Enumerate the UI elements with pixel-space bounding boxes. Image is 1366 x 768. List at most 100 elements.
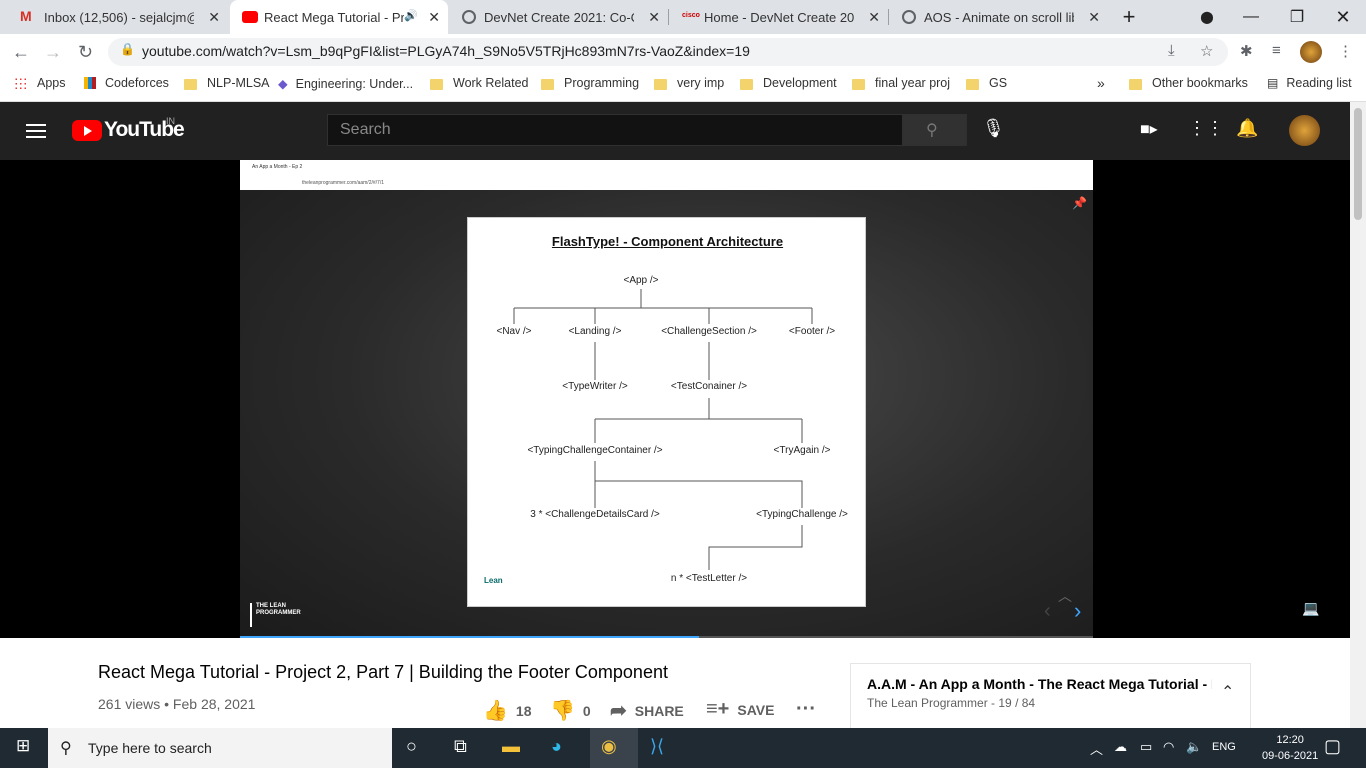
install-icon[interactable]: ⤓ [1168,42,1175,59]
bookmark-nlp-mlsa[interactable]: NLP-MLSA [184,76,270,90]
battery-icon[interactable]: ▭ [1140,739,1152,755]
playlist-panel[interactable]: A.A.M - An App a Month - The React Mega … [850,663,1251,733]
forward-icon[interactable]: → [44,42,62,63]
bookmark-label: Other bookmarks [1152,76,1248,90]
folder-icon [654,78,667,90]
save-button[interactable]: ≡+ SAVE [706,698,774,721]
back-icon[interactable]: ← [12,42,30,63]
close-icon[interactable]: ✕ [648,9,660,26]
tab-separator [668,9,669,25]
bookmark-engineering[interactable]: ◆ Engineering: Under... [278,76,413,92]
close-icon[interactable]: ✕ [868,9,880,26]
recorded-browser-bar: An App a Month - Ep 2 theleanprogrammer.… [240,160,1093,190]
notifications-bell-icon[interactable]: 🔔 [1236,118,1258,139]
close-icon[interactable]: ✕ [1088,9,1100,26]
task-view-icon[interactable]: ⧉ [454,736,467,757]
create-video-icon[interactable]: ■▸ [1140,119,1158,139]
close-icon[interactable]: ✕ [208,9,220,26]
folder-icon [1129,78,1142,90]
search-input[interactable]: Search [327,114,903,146]
vscode-icon[interactable]: ⟩⟨ [650,736,664,757]
bookmark-very-imp[interactable]: very imp [654,76,724,90]
tab-devnet-home[interactable]: cisco Home - DevNet Create 2021 ✕ [670,0,888,34]
language-indicator[interactable]: ENG [1212,741,1236,753]
notifications-icon[interactable]: ▢ [1324,736,1341,757]
avatar[interactable] [1289,115,1320,146]
cortana-icon[interactable]: ○ [406,736,417,757]
bookmark-work[interactable]: Work Related [430,76,529,90]
reload-icon[interactable]: ↻ [78,42,93,63]
node-challenge-details-card: 3 * <ChallengeDetailsCard /> [530,509,660,520]
onedrive-icon[interactable]: ☁ [1114,739,1127,755]
bookmark-label: Apps [37,76,66,90]
lock-icon[interactable]: 🔒 [120,42,135,56]
tab-search-icon[interactable]: ⬤ [1184,0,1230,34]
clock[interactable]: 12:20 09-06-2021 [1262,732,1318,764]
bookmark-label: Development [763,76,837,90]
volume-icon[interactable]: 🔈 [1186,739,1202,755]
scrollbar-thumb[interactable] [1354,108,1362,220]
url-text[interactable]: youtube.com/watch?v=Lsm_b9qPgFI&list=PLG… [142,43,750,59]
profile-avatar[interactable] [1300,41,1322,63]
video-meta: 261 views • Feb 28, 2021 [98,696,256,712]
tab-aos[interactable]: AOS - Animate on scroll libra ✕ [890,0,1108,34]
tab-title: DevNet Create 2021: Co-Crea [484,9,634,25]
video-player[interactable]: An App a Month - Ep 2 theleanprogrammer.… [0,160,1350,639]
node-challenge-section: <ChallengeSection /> [661,326,757,337]
hamburger-menu-icon[interactable] [26,124,46,138]
close-icon[interactable]: ✕ [428,9,440,26]
clock-time: 12:20 [1276,734,1304,746]
bookmark-codeforces[interactable]: Codeforces [84,76,169,90]
video-frame[interactable]: An App a Month - Ep 2 theleanprogrammer.… [240,160,1093,638]
bookmark-label: very imp [677,76,725,90]
share-button[interactable]: ➦ SHARE [610,698,684,723]
windows-start-icon[interactable]: ⊞ [16,736,30,756]
new-tab-button[interactable]: + [1106,0,1152,34]
taskbar-search[interactable]: ⚲ Type here to search [48,728,392,768]
speaker-icon[interactable]: 🔊 [404,9,418,22]
tab-youtube[interactable]: React Mega Tutorial - Pro 🔊 ✕ [230,0,448,34]
region-label: IN [166,116,175,126]
bookmark-gs[interactable]: GS [966,76,1007,90]
tab-devnet[interactable]: DevNet Create 2021: Co-Crea ✕ [450,0,668,34]
bookmark-label: final year proj [875,76,951,90]
reading-list[interactable]: ▤ Reading list [1267,76,1352,90]
file-explorer-icon[interactable]: ▬ [502,736,520,757]
bookmarks-overflow[interactable]: » [1097,75,1105,91]
bookmark-programming[interactable]: Programming [541,76,639,90]
chevron-up-icon[interactable]: ︿ [1090,739,1103,758]
share-icon: ➦ [610,700,627,722]
playlist-add-icon: ≡+ [706,698,730,720]
media-icon[interactable]: ≡ [1272,42,1281,59]
wifi-icon[interactable]: ◠ [1163,739,1174,755]
bookmark-final-year[interactable]: final year proj [852,76,950,90]
menu-icon[interactable]: ⋮ [1338,42,1353,60]
other-bookmarks[interactable]: Other bookmarks [1129,76,1248,90]
search-button[interactable]: ⚲ [903,114,967,146]
youtube-icon [242,11,258,23]
bookmark-apps[interactable]: Apps [14,76,66,90]
bookmark-development[interactable]: Development [740,76,837,90]
node-typing-challenge: <TypingChallenge /> [756,509,848,520]
active-app-indicator [590,728,638,768]
microphone-icon[interactable]: 🎙 [982,118,1005,139]
dislike-button[interactable]: 👎 0 [550,698,591,723]
chevron-up-icon[interactable]: ⌃ [1221,682,1234,702]
extensions-icon[interactable]: ✱ [1240,42,1253,60]
more-actions-button[interactable]: ··· [796,698,816,721]
apps-grid-icon[interactable]: ⋮⋮ [1188,118,1224,139]
like-button[interactable]: 👍 18 [483,698,531,723]
edge-icon[interactable]: ◕ [551,736,562,757]
channel-watermark: THE LEAN PROGRAMMER [250,603,310,627]
node-try-again: <TryAgain /> [773,445,831,456]
folder-icon [541,78,554,90]
youtube-logo-icon[interactable] [72,120,102,141]
folder-icon [430,78,443,90]
bookmark-star-icon[interactable]: ☆ [1200,42,1213,60]
minimize-button[interactable]: — [1228,0,1274,34]
restore-button[interactable]: ❐ [1274,0,1320,34]
share-label: SHARE [634,702,684,719]
tab-gmail[interactable]: M Inbox (12,506) - sejalcjm@gm ✕ [0,0,228,34]
close-window-button[interactable]: ✕ [1320,0,1366,34]
bookmark-label: NLP-MLSA [207,76,270,90]
